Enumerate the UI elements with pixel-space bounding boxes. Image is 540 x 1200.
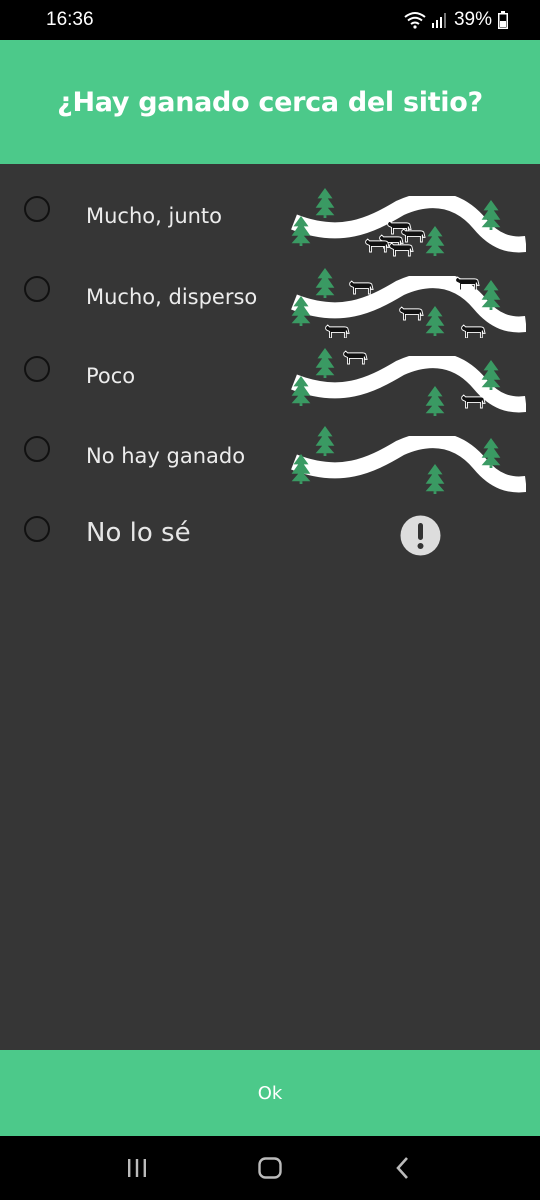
option-label: Mucho, junto <box>86 204 223 228</box>
option-no-lo-se[interactable]: No lo sé <box>0 492 540 572</box>
option-label: No hay ganado <box>86 444 246 468</box>
illustration-many-grouped <box>288 188 528 257</box>
option-poco[interactable]: Poco <box>0 332 540 416</box>
radio-button[interactable] <box>24 276 50 302</box>
recent-apps-icon[interactable] <box>117 1148 157 1188</box>
option-mucho-junto[interactable]: Mucho, junto <box>0 172 540 257</box>
signal-icon <box>431 13 446 28</box>
ok-button[interactable]: Ok <box>0 1050 540 1136</box>
radio-button[interactable] <box>24 196 50 222</box>
option-no-hay-ganado[interactable]: No hay ganado <box>0 412 540 494</box>
radio-button[interactable] <box>24 436 50 462</box>
home-icon[interactable] <box>250 1148 290 1188</box>
question-header: ¿Hay ganado cerca del sitio? <box>0 40 540 164</box>
option-mucho-disperso[interactable]: Mucho, disperso <box>0 252 540 338</box>
illustration-few <box>288 348 528 416</box>
illustration-many-scattered <box>288 268 528 338</box>
battery-percent: 39% <box>453 9 492 30</box>
option-label: Mucho, disperso <box>86 285 258 309</box>
radio-button[interactable] <box>24 516 50 542</box>
option-label: Poco <box>86 364 136 388</box>
radio-button[interactable] <box>24 356 50 382</box>
back-icon[interactable] <box>383 1148 423 1188</box>
battery-icon <box>498 11 508 29</box>
status-time: 16:36 <box>46 9 94 30</box>
status-bar: 16:36 39% <box>0 0 540 40</box>
navigation-bar <box>0 1136 540 1200</box>
illustration-none <box>288 426 528 494</box>
wifi-icon <box>404 12 426 29</box>
status-icons: 39% <box>404 9 508 31</box>
option-label: No lo sé <box>86 518 191 548</box>
exclamation-icon <box>400 515 441 556</box>
question-title: ¿Hay ganado cerca del sitio? <box>57 86 483 118</box>
